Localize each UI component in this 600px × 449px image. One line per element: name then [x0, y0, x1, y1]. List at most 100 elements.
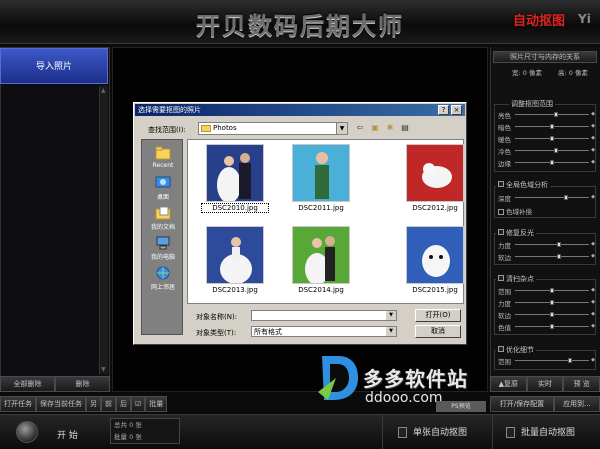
file-name[interactable]: DSC2010.jpg	[201, 203, 269, 213]
global-title[interactable]: 全局色域分析	[496, 180, 550, 190]
file-name[interactable]: DSC2013.jpg	[202, 286, 268, 294]
slider-track[interactable]: ◆	[515, 323, 595, 329]
start-button[interactable]: 开 始	[57, 428, 78, 441]
slider-track[interactable]: ◆	[515, 299, 595, 305]
view-menu-icon[interactable]: ▤	[399, 122, 411, 134]
open-task-button[interactable]: 打开任务	[0, 396, 36, 412]
slider-knob[interactable]	[557, 254, 561, 259]
chevron-down-icon[interactable]: ▼	[386, 311, 396, 320]
slider-track[interactable]: ◆	[515, 123, 595, 129]
slider-knob[interactable]	[550, 324, 554, 329]
file-thumbnail[interactable]	[406, 226, 464, 284]
slider-track[interactable]: ◆	[515, 311, 595, 317]
save-as-button[interactable]: 另	[86, 396, 101, 412]
file-thumbnail[interactable]	[406, 144, 464, 202]
photo-thumbnail	[293, 227, 349, 283]
lookin-value: Photos	[213, 124, 237, 132]
apply-to-button[interactable]: 应用到...	[553, 396, 600, 412]
delete-all-button[interactable]: 全部删除	[0, 376, 55, 392]
slider-track[interactable]: ◆	[515, 194, 595, 200]
preview-button[interactable]: 预 览	[563, 376, 600, 392]
slider-knob[interactable]	[553, 148, 558, 153]
checkbox[interactable]	[498, 209, 504, 215]
checkbox[interactable]	[498, 275, 504, 281]
up-folder-icon[interactable]: ▣	[369, 122, 381, 134]
file-thumbnail[interactable]	[206, 144, 264, 202]
new-folder-icon[interactable]: ✱	[384, 122, 396, 134]
slider-knob[interactable]	[550, 136, 554, 141]
slider-label: 边缘	[498, 160, 511, 168]
chevron-down-icon[interactable]: ▼	[386, 327, 396, 336]
place-recent[interactable]: Recent	[142, 146, 184, 169]
single-auto-button[interactable]: 单张自动抠图	[398, 425, 467, 438]
filetype-select[interactable]: 所有格式 ▼	[251, 326, 397, 337]
slider-track[interactable]: ◆	[515, 287, 595, 293]
checkbox[interactable]	[498, 181, 504, 187]
slider-track[interactable]: ◆	[515, 159, 595, 165]
ps-preview-tag[interactable]: PS预览	[436, 401, 486, 412]
file-name[interactable]: DSC2014.jpg	[288, 286, 354, 294]
slider-knob[interactable]	[550, 288, 554, 293]
slider-track[interactable]: ◆	[515, 357, 595, 363]
chevron-down-icon[interactable]: ▼	[336, 123, 347, 134]
color-compensate-check[interactable]: 色域补偿	[498, 206, 532, 216]
computer-icon	[156, 236, 170, 250]
next-button[interactable]: 后	[116, 396, 131, 412]
file-name[interactable]: DSC2011.jpg	[288, 204, 354, 212]
file-name[interactable]: DSC2012.jpg	[402, 204, 468, 212]
slider-knob[interactable]	[550, 124, 554, 129]
prev-button[interactable]: 前	[101, 396, 116, 412]
start-icon[interactable]	[16, 421, 38, 443]
open-save-config-button[interactable]: 打开/保存配置	[490, 396, 554, 412]
lookin-dropdown[interactable]: Photos ▼	[198, 122, 348, 135]
close-icon[interactable]: ×	[451, 105, 462, 115]
places-bar: Recent 桌面 我的文档 我的电脑 网上邻居	[141, 139, 183, 335]
back-icon[interactable]: ⇦	[354, 122, 366, 134]
import-photos-button[interactable]: 导入照片	[0, 48, 108, 84]
slider-knob[interactable]	[550, 312, 554, 317]
optimize-title[interactable]: 优化细节	[496, 345, 536, 355]
scroll-down-icon[interactable]: ▼	[101, 366, 106, 373]
open-button[interactable]: 打开(O)	[415, 309, 461, 322]
checkbox[interactable]	[498, 346, 504, 352]
slider-knob[interactable]	[567, 358, 572, 363]
repair-title[interactable]: 修复反光	[496, 228, 536, 238]
photo-list-panel[interactable]	[0, 47, 110, 392]
batch-auto-button[interactable]: 批量自动抠图	[506, 425, 575, 438]
slider-knob[interactable]	[550, 300, 554, 305]
batch-checkbox[interactable]: ☑	[131, 396, 146, 412]
realtime-checkbox[interactable]: 实时	[526, 376, 564, 392]
place-my-documents[interactable]: 我的文档	[142, 206, 184, 231]
slider-track[interactable]: ◆	[515, 111, 595, 117]
slider-track[interactable]: ◆	[515, 241, 595, 247]
slider-track[interactable]: ◆	[515, 135, 595, 141]
slider-knob[interactable]	[564, 195, 568, 200]
dialog-title-bar: 选择需要抠图的照片 ? ×	[135, 104, 465, 116]
slider-knob[interactable]	[550, 160, 554, 165]
title-bar: 开贝数码后期大师 自动抠图 Yi	[0, 0, 600, 44]
place-desktop[interactable]: 桌面	[142, 176, 184, 201]
slider-knob[interactable]	[557, 242, 561, 247]
checkbox[interactable]	[498, 229, 504, 235]
file-list[interactable]: DSC2010.jpg DSC2011.jpg DSC2012.jpg DSC2…	[187, 139, 464, 304]
place-network[interactable]: 网上邻居	[142, 266, 184, 291]
help-icon[interactable]: ?	[438, 105, 449, 115]
file-thumbnail[interactable]	[206, 226, 264, 284]
slider-track[interactable]: ◆	[515, 147, 595, 153]
left-scrollbar[interactable]: ▲ ▼	[99, 86, 108, 374]
file-thumbnail[interactable]	[292, 226, 350, 284]
clean-title[interactable]: 清扫杂点	[496, 274, 536, 284]
slider-track[interactable]: ◆	[515, 253, 595, 259]
slider-knob[interactable]	[553, 112, 558, 117]
file-thumbnail[interactable]	[292, 144, 350, 202]
cancel-button[interactable]: 取消	[415, 325, 461, 338]
restore-button[interactable]: ▲复原	[490, 376, 527, 392]
place-my-computer[interactable]: 我的电脑	[142, 236, 184, 261]
delete-button[interactable]: 删除	[55, 376, 110, 392]
file-name[interactable]: DSC2015.jpg	[402, 286, 468, 294]
save-task-button[interactable]: 保存当前任务	[36, 396, 86, 412]
task-buttons: 打开任务 保存当前任务 另 前 后 ☑ 批量	[0, 396, 168, 412]
scroll-up-icon[interactable]: ▲	[101, 87, 106, 94]
filename-input[interactable]: ▼	[251, 310, 397, 321]
batch-button[interactable]: 批量	[145, 396, 168, 412]
